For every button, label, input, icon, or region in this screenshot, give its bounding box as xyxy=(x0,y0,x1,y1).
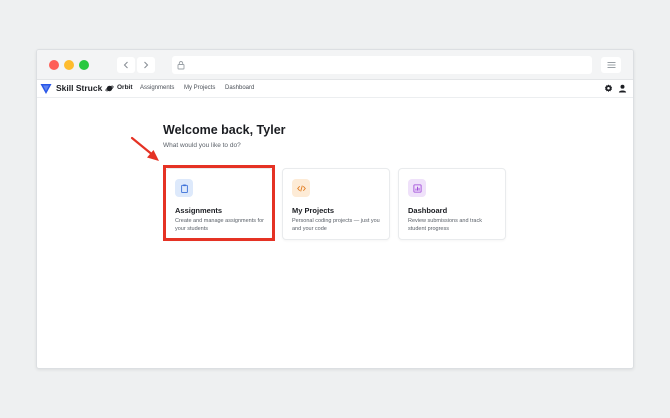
nav-link-my-projects[interactable]: My Projects xyxy=(184,85,215,91)
card-description: Review submissions and track student pro… xyxy=(408,218,482,232)
my-projects-card[interactable]: My Projects Personal coding projects — j… xyxy=(282,168,390,240)
lock-icon xyxy=(177,61,185,70)
chevron-right-icon xyxy=(144,61,149,69)
annotation-arrow-icon xyxy=(130,136,159,161)
gear-icon[interactable] xyxy=(604,84,613,93)
forward-button[interactable] xyxy=(137,57,155,73)
back-button[interactable] xyxy=(117,57,135,73)
card-icon-box xyxy=(175,179,193,197)
browser-toolbar xyxy=(37,50,633,80)
card-title: My Projects xyxy=(292,206,335,215)
app-navbar: Skill Struck Orbit Assignments My Projec… xyxy=(37,80,633,98)
hamburger-menu-icon xyxy=(607,62,615,68)
assignments-card[interactable]: Assignments Create and manage assignment… xyxy=(165,168,273,240)
maximize-window-button[interactable] xyxy=(79,60,89,70)
card-title: Dashboard xyxy=(408,206,448,215)
bar-chart-icon xyxy=(412,183,422,193)
card-icon-box xyxy=(292,179,310,197)
browser-menu-button[interactable] xyxy=(601,57,621,73)
card-title: Assignments xyxy=(175,206,223,215)
dashboard-card[interactable]: Dashboard Review submissions and track s… xyxy=(398,168,506,240)
welcome-heading: Welcome back, Tyler xyxy=(163,123,286,137)
chevron-left-icon xyxy=(123,61,128,69)
product-name[interactable]: Orbit xyxy=(117,84,133,91)
nav-link-assignments[interactable]: Assignments xyxy=(140,85,174,91)
close-window-button[interactable] xyxy=(49,60,59,70)
card-icon-box xyxy=(408,179,426,197)
welcome-subtitle: What would you like to do? xyxy=(163,142,241,149)
minimize-window-button[interactable] xyxy=(64,60,74,70)
clipboard-icon xyxy=(180,184,188,193)
browser-window: Skill Struck Orbit Assignments My Projec… xyxy=(36,49,634,369)
code-icon xyxy=(296,184,306,192)
skill-struck-logo-icon[interactable] xyxy=(40,83,52,95)
user-avatar-icon[interactable] xyxy=(618,84,627,93)
address-bar[interactable] xyxy=(172,56,592,74)
brand-name[interactable]: Skill Struck xyxy=(56,83,102,93)
card-description: Create and manage assignments for your s… xyxy=(175,218,264,232)
nav-link-dashboard[interactable]: Dashboard xyxy=(225,85,254,91)
orbit-icon xyxy=(105,85,114,92)
card-description: Personal coding projects — just you and … xyxy=(292,218,380,232)
